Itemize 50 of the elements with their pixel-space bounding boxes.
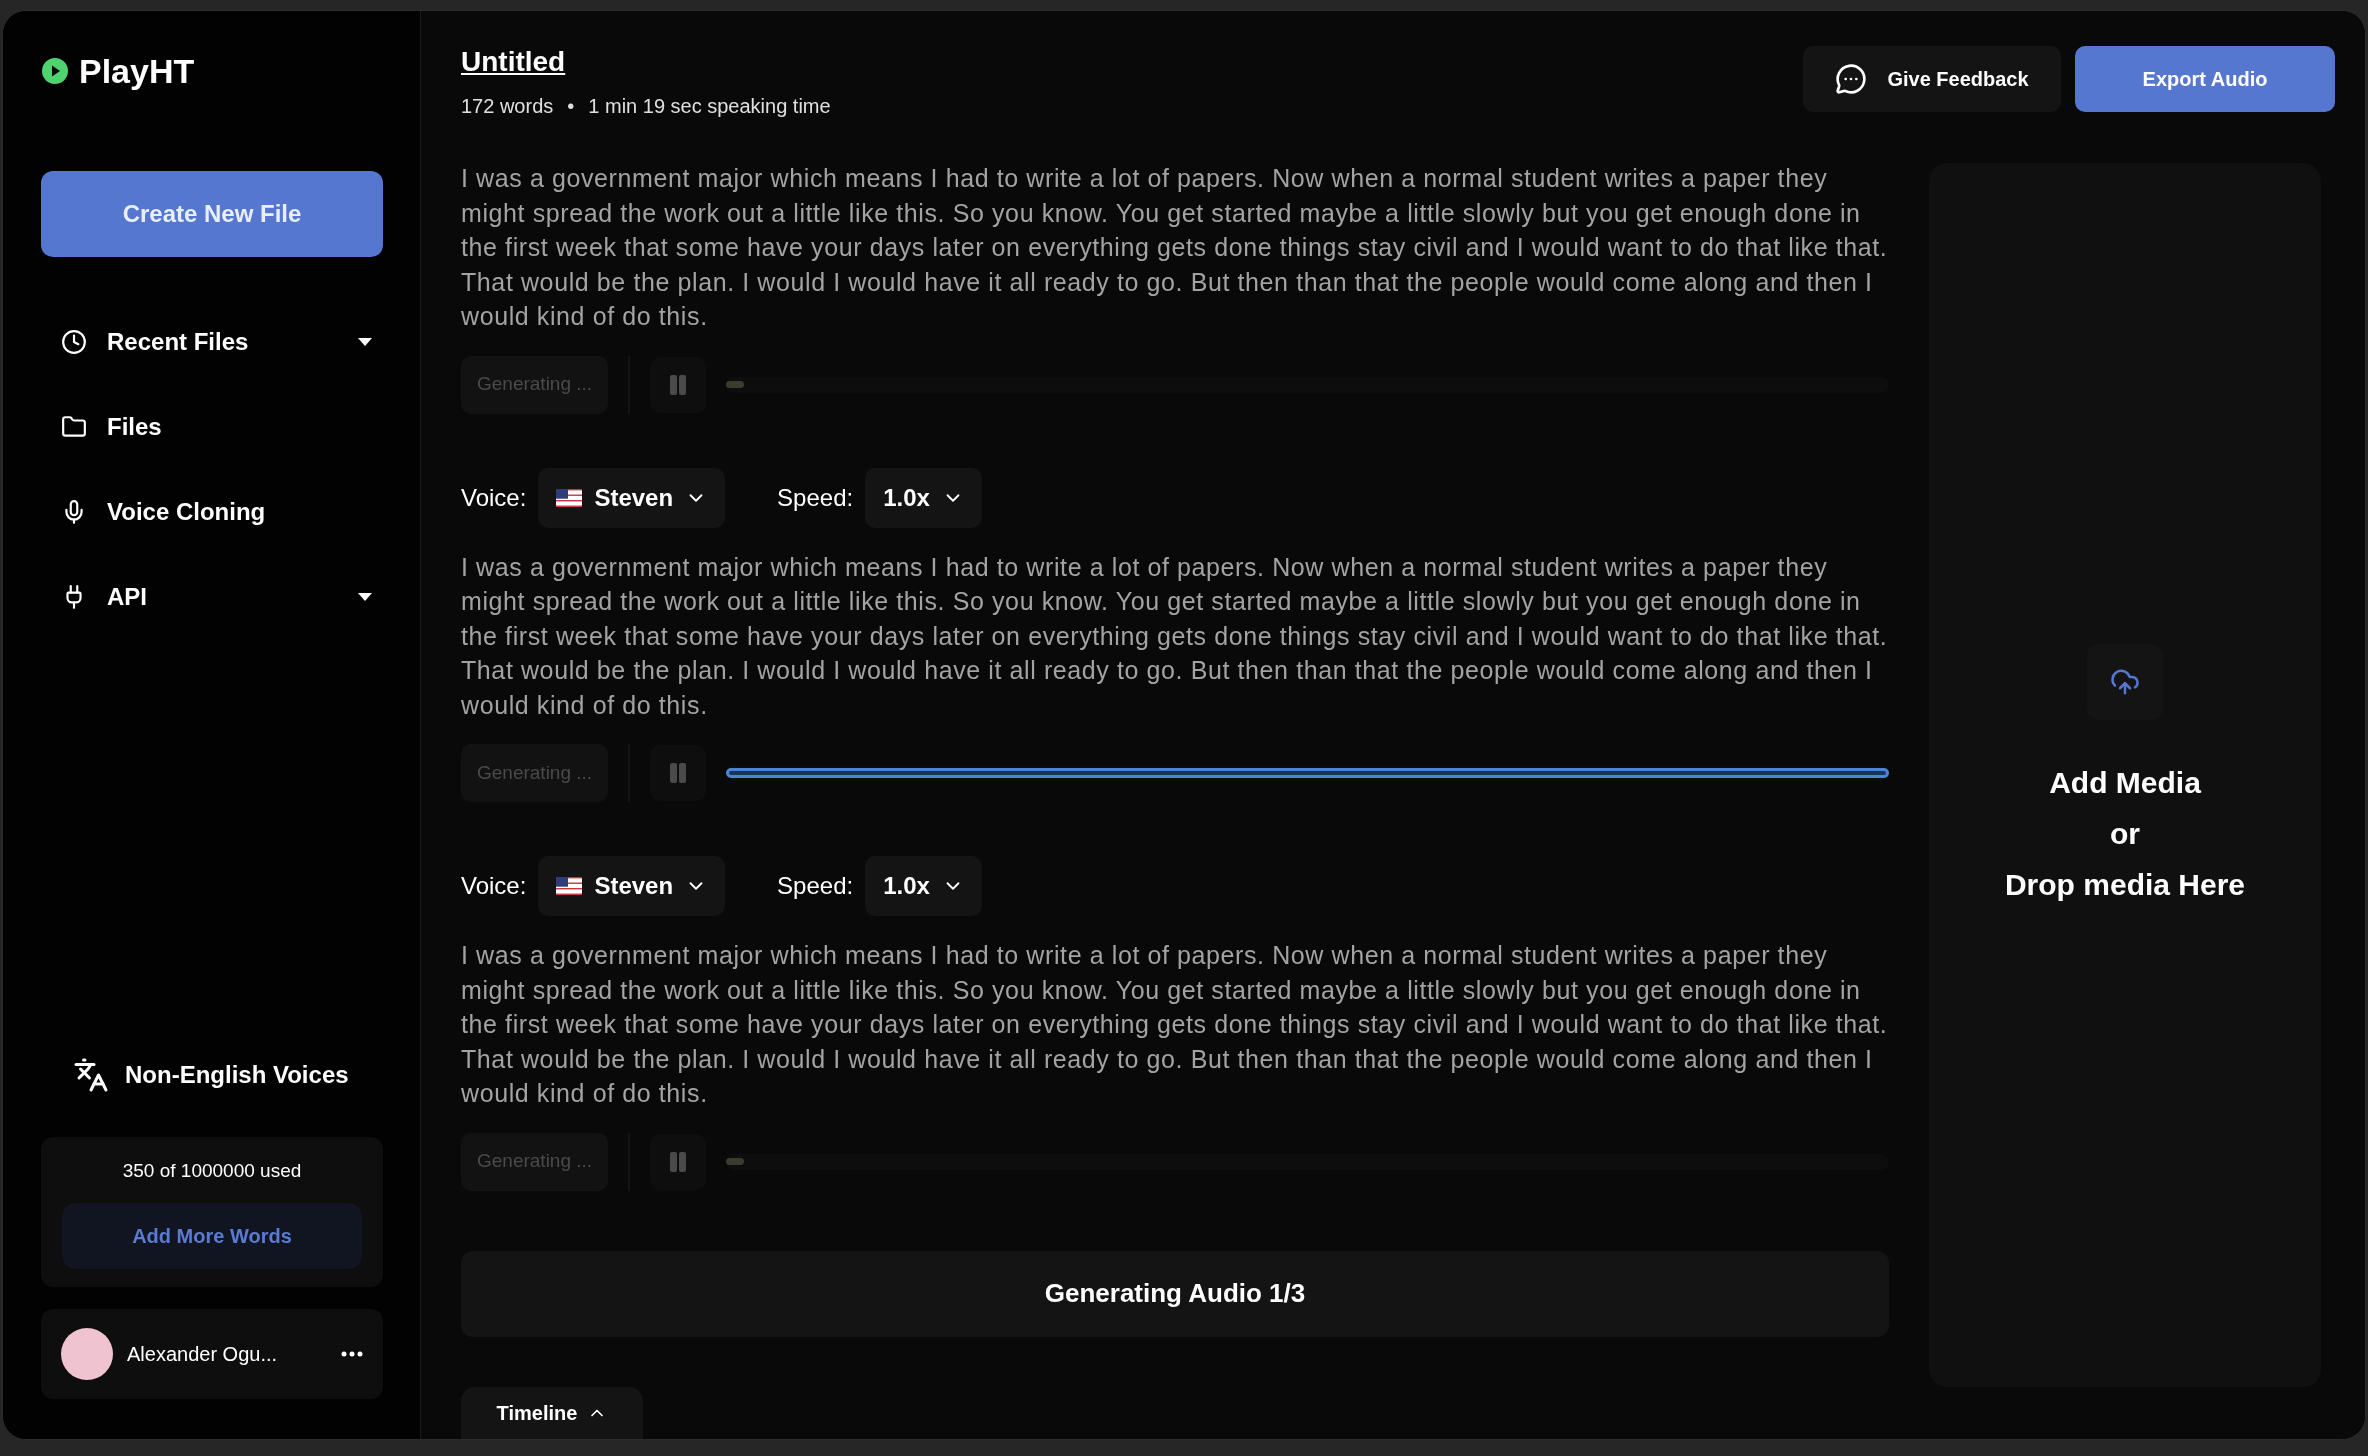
add-more-words-button[interactable]: Add More Words — [62, 1203, 362, 1269]
paragraph-text[interactable]: I was a government major which means I had to write a lot of papers. Now when a normal student writes a paper they might spread the work out a little like this. So you know. You get started maybe a little slowly but you get enough done in the first week that some have your days later on everything gets done things stay civil and I would want to do that like that. That would be the plan. I would I would have it all ready to go. But then than that the people would come along and then I would kind of do this. — [461, 549, 1889, 722]
pause-button[interactable] — [650, 356, 707, 413]
speed-label: Speed: — [777, 871, 854, 901]
add-media-text: Add Media — [2049, 764, 2201, 801]
generating-audio-banner: Generating Audio 1/3 — [461, 1250, 1889, 1337]
timeline-tab[interactable]: Timeline — [461, 1387, 643, 1439]
paragraph-text[interactable]: I was a government major which means I had to write a lot of papers. Now when a normal student writes a paper they might spread the work out a little like this. So you know. You get started maybe a little slowly but you get enough done in the first week that some have your days later on everything gets done things stay civil and I would want to do that like that. That would be the plan. I would I would have it all ready to go. But then than that the people would come along and then I would kind of do this. — [461, 938, 1889, 1111]
more-icon[interactable] — [341, 1351, 363, 1357]
speaking-time: 1 min 19 sec speaking time — [588, 94, 831, 119]
chat-icon — [1835, 63, 1868, 95]
sidebar-item[interactable]: Voice Cloning — [41, 469, 382, 554]
upload-button[interactable] — [2087, 643, 2163, 720]
speed-dropdown[interactable]: 1.0x — [865, 856, 982, 916]
user-card[interactable]: Alexander Ogu... — [41, 1309, 383, 1399]
add-media-text: Drop media Here — [2004, 866, 2246, 903]
speed-dropdown[interactable]: 1.0x — [865, 467, 982, 528]
voice-dropdown[interactable]: Steven — [538, 467, 726, 528]
sidebar-item[interactable]: API — [41, 554, 382, 639]
folder-icon — [61, 413, 87, 440]
avatar — [61, 1328, 113, 1380]
add-media-text: or — [2110, 815, 2140, 852]
flag-icon — [556, 488, 583, 507]
non-english-voices-link[interactable]: Non-English Voices — [41, 1056, 382, 1093]
sidebar-item[interactable]: Files — [41, 384, 382, 469]
logo-icon — [41, 57, 69, 85]
cloud-upload-icon — [2110, 666, 2140, 697]
paragraph-text[interactable]: I was a government major which means I had to write a lot of papers. Now when a normal student writes a paper they might spread the work out a little like this. So you know. You get started maybe a little slowly but you get enough done in the first week that some have your days later on everything gets done things stay civil and I would want to do that like that. That would be the plan. I would I would have it all ready to go. But then than that the people would come along and then I would kind of do this. — [461, 161, 1889, 334]
media-drop-panel[interactable]: Add Media or Drop media Here — [1929, 163, 2321, 1387]
speed-label: Speed: — [777, 482, 854, 513]
document-title[interactable]: Untitled — [461, 41, 831, 83]
clock-icon — [61, 328, 87, 355]
sidebar-item[interactable]: Recent Files — [41, 299, 382, 384]
export-audio-button[interactable]: Export Audio — [2075, 46, 2335, 112]
user-name: Alexander Ogu... — [127, 1342, 279, 1367]
voice-label: Voice: — [461, 482, 527, 513]
word-count: 172 words — [461, 94, 554, 119]
translate-icon — [73, 1056, 109, 1093]
create-new-file-button[interactable]: Create New File — [41, 171, 383, 257]
voice-label: Voice: — [461, 871, 527, 901]
caret-down-icon — [358, 592, 372, 601]
separator-dot: • — [567, 94, 575, 119]
pause-button[interactable] — [650, 1133, 707, 1190]
caret-down-icon — [358, 337, 372, 346]
pause-button[interactable] — [650, 745, 707, 801]
voice-dropdown[interactable]: Steven — [538, 856, 726, 916]
usage-text: 350 of 1000000 used — [122, 1158, 302, 1183]
logo-text: PlayHT — [79, 50, 195, 92]
give-feedback-button[interactable]: Give Feedback — [1803, 46, 2061, 112]
flag-icon — [556, 877, 583, 895]
